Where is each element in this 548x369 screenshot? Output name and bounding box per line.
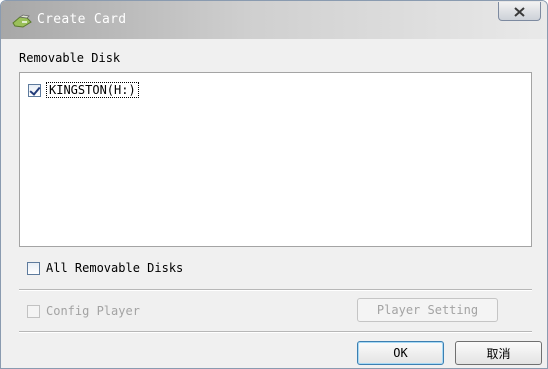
window-title: Create Card <box>37 12 127 27</box>
close-icon <box>514 2 525 21</box>
cancel-button[interactable]: 取消 <box>455 341 542 365</box>
all-removable-disks-label: All Removable Disks <box>46 261 184 275</box>
title-bar[interactable]: Create Card <box>1 1 547 39</box>
config-player-option[interactable]: Config Player <box>27 304 140 318</box>
removable-disk-label: Removable Disk <box>19 51 121 65</box>
disk-checkbox[interactable] <box>28 83 41 97</box>
create-card-app-icon <box>12 13 32 28</box>
disk-item-label: KINGSTON(H:) <box>46 82 139 98</box>
config-player-checkbox[interactable] <box>27 304 40 318</box>
separator <box>19 289 532 291</box>
list-item[interactable]: KINGSTON(H:) <box>28 82 139 98</box>
separator <box>19 331 532 333</box>
removable-disk-list[interactable]: KINGSTON(H:) <box>19 72 532 247</box>
config-player-label: Config Player <box>46 304 140 318</box>
create-card-dialog: Create Card Removable Disk KINGSTON(H:) … <box>0 0 548 369</box>
ok-button[interactable]: OK <box>357 341 444 365</box>
player-setting-button[interactable]: Player Setting <box>357 298 498 322</box>
all-removable-disks-checkbox[interactable] <box>27 261 40 275</box>
all-removable-disks-option[interactable]: All Removable Disks <box>27 261 183 275</box>
close-button[interactable] <box>498 2 541 21</box>
